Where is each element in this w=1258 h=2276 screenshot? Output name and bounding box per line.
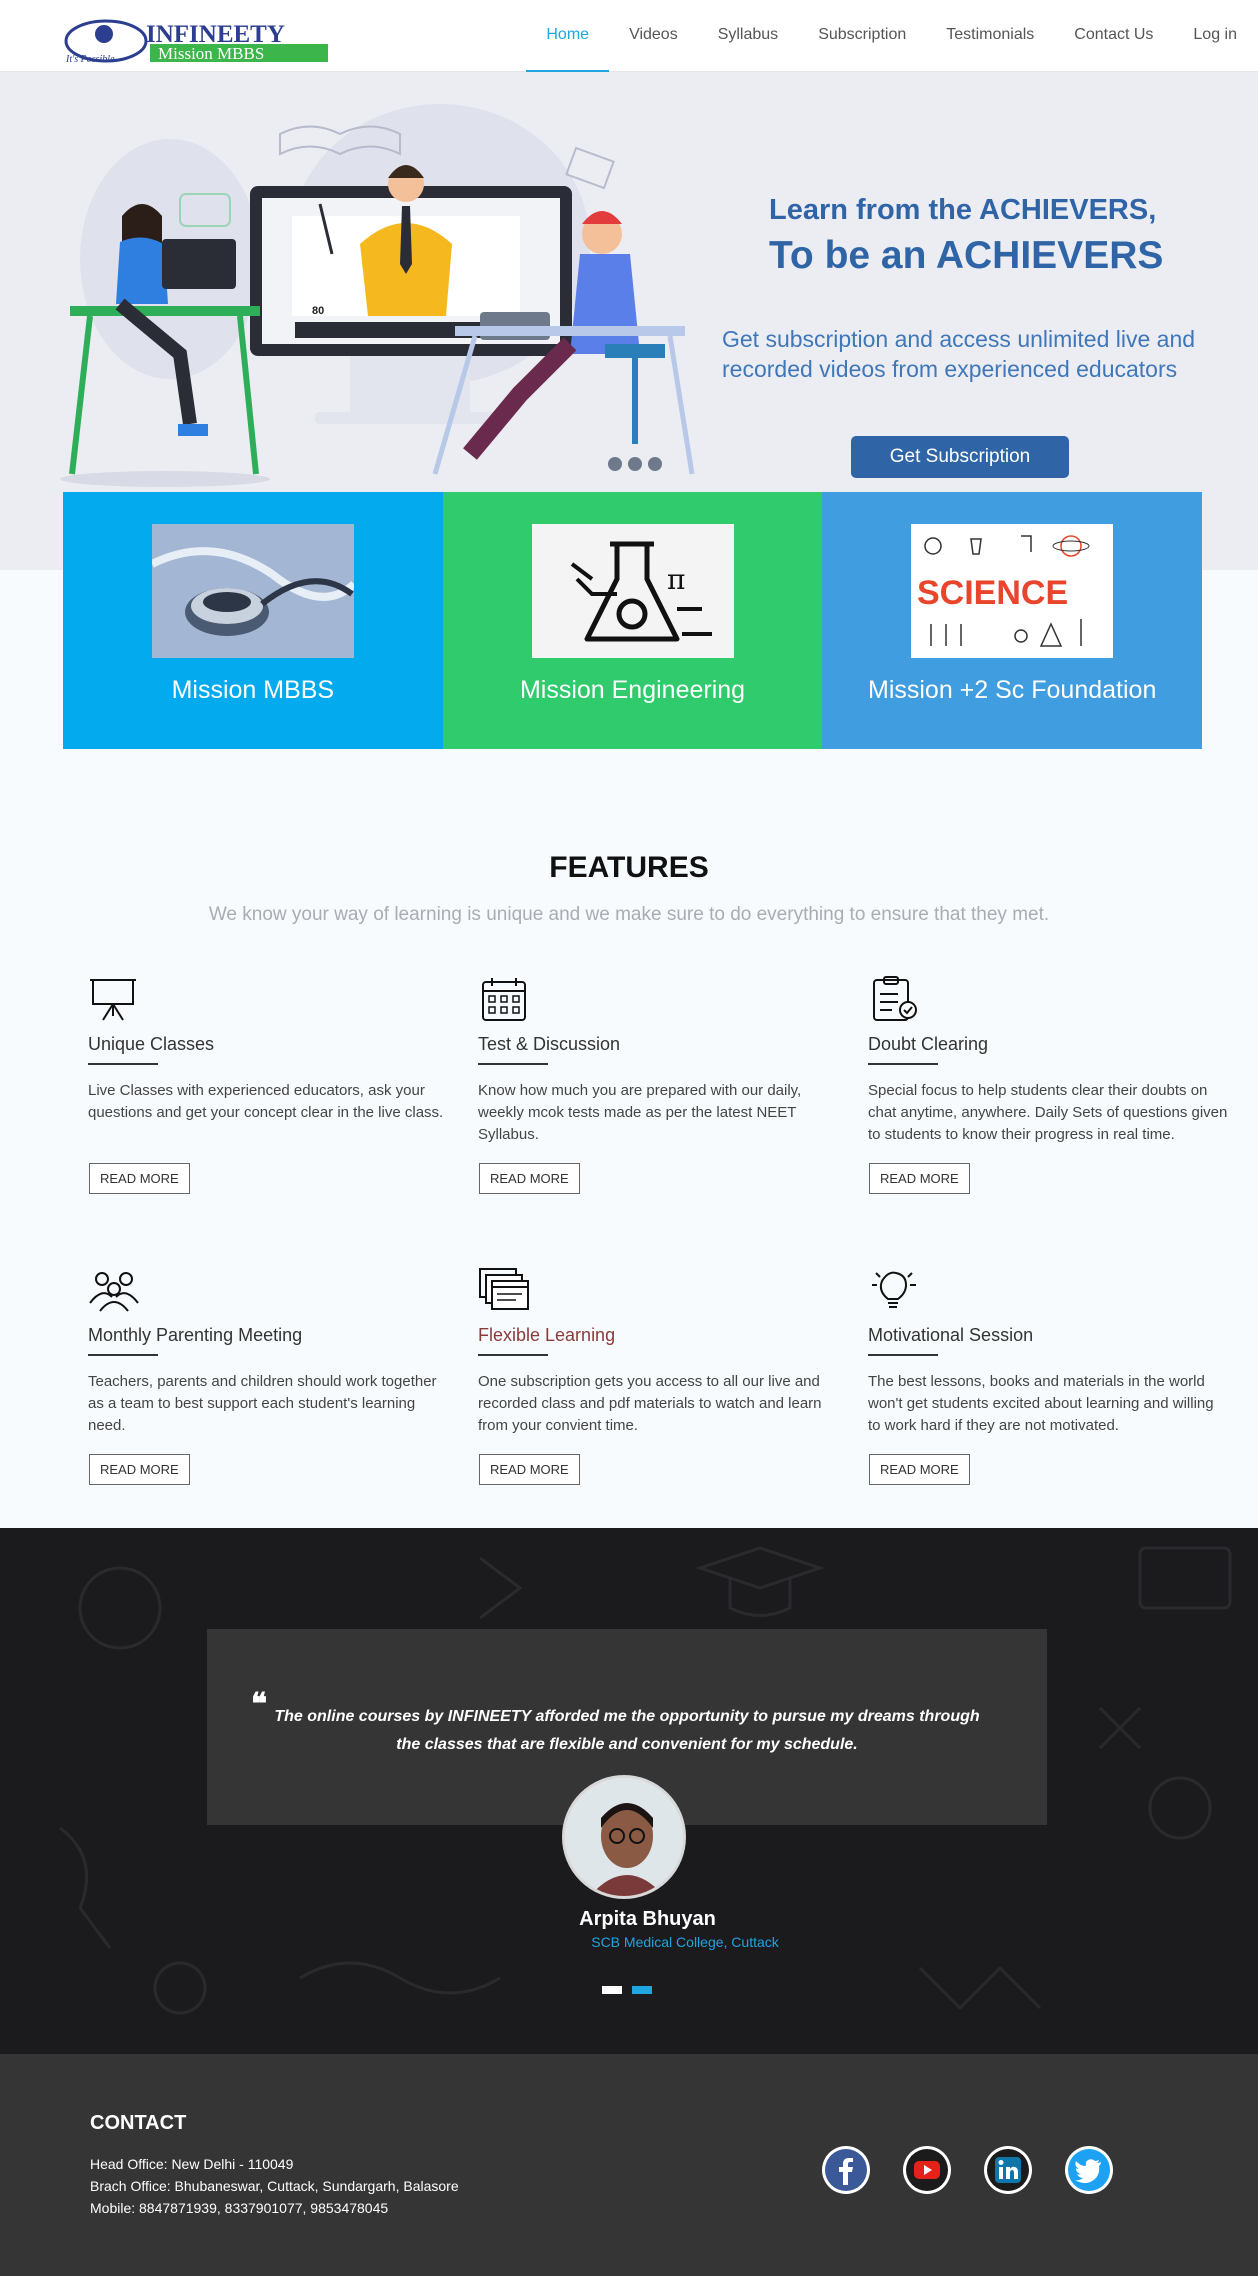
video-score: 80: [312, 305, 324, 317]
carousel-dot-1[interactable]: [602, 1986, 622, 1994]
read-more-button[interactable]: READ MORE: [869, 1163, 970, 1194]
read-more-button[interactable]: READ MORE: [479, 1454, 580, 1485]
feature-motivational-session: Motivational Session The best lessons, b…: [868, 1267, 1228, 1485]
feature-parenting-meeting: Monthly Parenting Meeting Teachers, pare…: [88, 1267, 448, 1485]
mission-foundation-label: Mission +2 Sc Foundation: [868, 676, 1157, 704]
feature-test-discussion: Test & Discussion Know how much you are …: [478, 976, 838, 1194]
feature-name: Unique Classes: [88, 1034, 215, 1054]
infineety-logo[interactable]: INFINEETY Mission MBBS It's Possible: [64, 18, 330, 64]
feature-name: Motivational Session: [868, 1325, 1034, 1345]
feature-description: The best lessons, books and materials in…: [868, 1373, 1214, 1434]
testimonial-section: ❝ The online courses by INFINEETY afford…: [0, 1528, 1258, 2054]
feature-name: Doubt Clearing: [868, 1034, 989, 1054]
calendar-icon: [482, 978, 526, 1021]
feature-unique-classes: Unique Classes Live Classes with experie…: [88, 976, 448, 1194]
feature-name: Flexible Learning: [478, 1325, 616, 1345]
nav-syllabus[interactable]: Syllabus: [698, 0, 798, 72]
feature-description: Live Classes with experienced educators,…: [88, 1082, 444, 1121]
read-more-button[interactable]: READ MORE: [89, 1454, 190, 1485]
hero-title-line2: To be an ACHIEVERS: [769, 234, 1164, 277]
head-office: Head Office: New Delhi - 110049: [90, 2156, 294, 2172]
feature-doubt-clearing: Doubt Clearing Special focus to help stu…: [868, 976, 1228, 1194]
logo-subtext: Mission MBBS: [158, 44, 264, 63]
feature-underline: [868, 1063, 938, 1065]
browser-windows-icon: [479, 1268, 529, 1310]
clipboard-check-icon: [873, 976, 917, 1021]
feature-underline: [868, 1354, 938, 1356]
mobile-numbers: Mobile: 8847871939, 8337901077, 98534780…: [90, 2200, 389, 2216]
twitter-icon[interactable]: [1064, 2145, 1114, 2195]
lightbulb-icon: [872, 1271, 916, 1308]
mission-mbbs-card[interactable]: Mission MBBS: [63, 492, 443, 749]
testimonial-name: Arpita Bhuyan: [579, 1908, 716, 1930]
feature-underline: [88, 1354, 158, 1356]
avatar: [562, 1775, 686, 1899]
carousel-dot-2[interactable]: [632, 1986, 652, 1994]
missions-row: Mission MBBS π Mission Engineering SCIEN…: [63, 492, 1203, 749]
nav-subscription[interactable]: Subscription: [798, 0, 926, 72]
mission-engineering-label: Mission Engineering: [519, 676, 746, 704]
read-more-button[interactable]: READ MORE: [479, 1163, 580, 1194]
flask-circuit-icon: π: [531, 524, 734, 658]
feature-name: Test & Discussion: [478, 1034, 621, 1054]
nav-videos[interactable]: Videos: [609, 0, 698, 72]
get-subscription-button[interactable]: Get Subscription: [851, 436, 1069, 478]
mission-foundation-card[interactable]: SCIENCE Mission +2 Sc Foundation: [822, 492, 1203, 749]
group-icon: [89, 1272, 139, 1312]
read-more-button[interactable]: READ MORE: [89, 1163, 190, 1194]
testimonial-org: SCB Medical College, Cuttack: [591, 1934, 779, 1950]
feature-description: Special focus to help students clear the…: [868, 1082, 1228, 1143]
hero-subtitle: Get subscription and access unlimited li…: [722, 326, 1196, 382]
features-title: FEATURES: [549, 851, 709, 884]
feature-name: Monthly Parenting Meeting: [88, 1325, 303, 1345]
nav-contact-us[interactable]: Contact Us: [1054, 0, 1173, 72]
presentation-board-icon: [90, 979, 136, 1021]
footer: CONTACT Head Office: New Delhi - 110049 …: [0, 2054, 1258, 2276]
feature-description: Teachers, parents and children should wo…: [88, 1373, 437, 1434]
svg-text:π: π: [667, 563, 685, 596]
feature-description: One subscription gets you access to all …: [478, 1373, 822, 1434]
feature-description: Know how much you are prepared with our …: [478, 1082, 802, 1143]
feature-underline: [478, 1354, 548, 1356]
logo-tagline: It's Possible: [65, 54, 115, 64]
science-doodle-image: SCIENCE: [911, 524, 1114, 658]
testimonial-quote: The online courses by INFINEETY afforded…: [274, 1708, 980, 1753]
science-image-text: SCIENCE: [917, 574, 1068, 612]
linkedin-icon[interactable]: [983, 2145, 1033, 2195]
mission-mbbs-label: Mission MBBS: [171, 676, 335, 704]
nav-login[interactable]: Log in: [1173, 0, 1258, 72]
read-more-button[interactable]: READ MORE: [869, 1454, 970, 1485]
online-class-illustration: 80: [60, 104, 695, 487]
feature-underline: [88, 1063, 158, 1065]
youtube-icon[interactable]: [902, 2145, 952, 2195]
quote-icon: ❝: [251, 1687, 268, 1722]
mission-engineering-card[interactable]: π Mission Engineering: [442, 492, 823, 749]
feature-flexible-learning: Flexible Learning One subscription gets …: [478, 1267, 838, 1485]
features-subtitle: We know your way of learning is unique a…: [208, 904, 1050, 925]
hero-title-line1: Learn from the ACHIEVERS,: [769, 194, 1157, 226]
nav-home[interactable]: Home: [526, 0, 610, 72]
top-navbar: INFINEETY Mission MBBS It's Possible Hom…: [0, 0, 1258, 72]
contact-title: CONTACT: [90, 2112, 187, 2134]
nav-testimonials[interactable]: Testimonials: [926, 0, 1054, 72]
feature-underline: [478, 1063, 548, 1065]
facebook-icon[interactable]: [821, 2145, 871, 2195]
branch-office: Brach Office: Bhubaneswar, Cuttack, Sund…: [90, 2178, 459, 2194]
nav-menu: Home Videos Syllabus Subscription Testim…: [526, 0, 1258, 72]
stethoscope-image: [151, 524, 354, 658]
